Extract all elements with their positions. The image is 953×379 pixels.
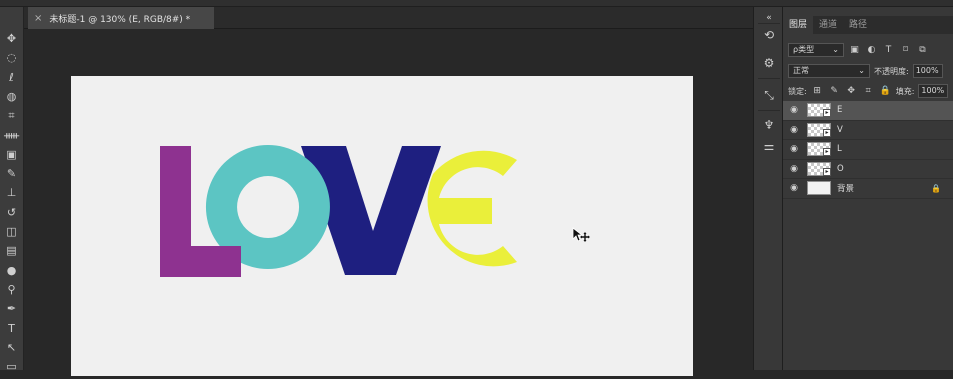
move-tool-icon[interactable]: ✥ [4, 31, 19, 46]
document-tab-bar: × 未标题-1 @ 130% (E, RGB/8#) * [24, 7, 753, 29]
opacity-label: 不透明度: [874, 66, 909, 76]
type-tool-icon[interactable]: T [4, 321, 19, 336]
lock-icon[interactable]: 🔒 [931, 184, 941, 193]
chevron-down-icon: ⌄ [858, 66, 865, 75]
fill-field[interactable]: 100% [918, 84, 949, 98]
layer-row[interactable]: ◉ ▸ E [783, 101, 953, 121]
history-icon[interactable]: ⟲ [761, 27, 777, 43]
filter-row: ρ类型 ⌄ ▣ ◐ T ⌑ ⧉ [783, 40, 953, 60]
blend-row: 正常 ⌄ 不透明度: 100% [783, 61, 953, 81]
panel-tabs: 图层 通道 路径 [783, 16, 953, 34]
smart-object-icon: ▸ [823, 167, 831, 176]
filter-shape-icon[interactable]: ⌑ [899, 44, 912, 57]
panel-dock: « ⟲ ⚙ ⤡ ♆ ⚌ [753, 7, 783, 370]
layer-name: L [837, 144, 842, 155]
lock-all-icon[interactable]: 🔒 [879, 85, 892, 98]
layer-name: V [837, 124, 843, 135]
filter-kind-select[interactable]: ρ类型 ⌄ [788, 43, 844, 57]
layer-name: E [837, 105, 843, 116]
layer-name: 背景 [837, 184, 855, 195]
layer-thumbnail: ▸ [807, 122, 831, 137]
quick-select-tool-icon[interactable]: ◍ [4, 89, 19, 104]
pen-tool-icon[interactable]: ✒ [4, 301, 19, 316]
top-strip [0, 0, 953, 7]
visibility-eye-icon[interactable]: ◉ [783, 105, 805, 115]
layer-thumbnail [807, 181, 831, 196]
eyedropper-tool-icon[interactable]: ᚔ [4, 128, 19, 143]
layer-thumbnail: ▸ [807, 142, 831, 157]
tab-layers[interactable]: 图层 [783, 16, 814, 34]
layers-list: ◉ ▸ E ◉ ▸ V ◉ ▸ L ◉ ▸ O ◉ 背景 🔒 [783, 101, 953, 199]
love-artwork [160, 145, 517, 277]
close-icon[interactable]: × [34, 13, 42, 24]
lock-label: 锁定: [788, 86, 807, 96]
blend-mode-select[interactable]: 正常 ⌄ [788, 64, 870, 78]
brush-settings-icon[interactable]: ♆ [761, 117, 777, 133]
eraser-tool-icon[interactable]: ◫ [4, 224, 19, 239]
smart-object-icon: ▸ [823, 128, 831, 137]
fill-label: 填充: [895, 86, 915, 96]
letter-e [427, 150, 517, 267]
adjustments-icon[interactable]: ⚌ [761, 138, 777, 154]
visibility-eye-icon[interactable]: ◉ [783, 125, 805, 135]
dodge-tool-icon[interactable]: ⚲ [4, 282, 19, 297]
layers-panel: 图层 通道 路径 ρ类型 ⌄ ▣ ◐ T ⌑ ⧉ 正常 ⌄ 不透明度: 100% 锁… [783, 7, 953, 370]
shape-tool-icon[interactable]: ▭ [4, 359, 19, 374]
gradient-tool-icon[interactable]: ▤ [4, 243, 19, 258]
lock-row: 锁定: ⊞ ✎ ✥ ⌗ 🔒 填充: 100% [783, 81, 953, 101]
tab-channels[interactable]: 通道 [813, 16, 843, 34]
visibility-eye-icon[interactable]: ◉ [783, 144, 805, 154]
visibility-eye-icon[interactable]: ◉ [783, 183, 805, 193]
frame-tool-icon[interactable]: ▣ [4, 147, 19, 162]
layer-row[interactable]: ◉ ▸ V [783, 121, 953, 140]
filter-image-icon[interactable]: ▣ [848, 44, 861, 57]
lock-artboard-icon[interactable]: ⌗ [862, 85, 875, 98]
layer-thumbnail: ▸ [807, 103, 831, 118]
layer-row[interactable]: ◉ ▸ O [783, 160, 953, 179]
transform-icon[interactable]: ⤡ [761, 87, 777, 103]
layer-row[interactable]: ◉ 背景 🔒 [783, 179, 953, 199]
artboard[interactable] [71, 76, 693, 376]
lock-transparent-icon[interactable]: ⊞ [811, 85, 824, 98]
filter-type-icon[interactable]: T [882, 44, 895, 57]
visibility-eye-icon[interactable]: ◉ [783, 164, 805, 174]
canvas-area[interactable] [24, 29, 753, 376]
lock-image-icon[interactable]: ✎ [828, 85, 841, 98]
lasso-tool-icon[interactable]: ℓ [4, 70, 19, 85]
layer-row[interactable]: ◉ ▸ L [783, 140, 953, 160]
path-select-tool-icon[interactable]: ↖ [4, 340, 19, 355]
document-tab-title: 未标题-1 @ 130% (E, RGB/8#) * [49, 14, 191, 25]
brush-tool-icon[interactable]: ✎ [4, 166, 19, 181]
properties-icon[interactable]: ⚙ [761, 55, 777, 71]
crop-tool-icon[interactable]: ⌗ [4, 108, 19, 123]
move-cursor-icon [572, 227, 590, 243]
blur-tool-icon[interactable]: ● [4, 263, 19, 278]
tools-panel: ✥ ◌ ℓ ◍ ⌗ ᚔ ▣ ✎ ⊥ ↺ ◫ ▤ ● ⚲ ✒ T ↖ ▭ [0, 7, 24, 373]
stamp-tool-icon[interactable]: ⊥ [4, 185, 19, 200]
lock-position-icon[interactable]: ✥ [845, 85, 858, 98]
document-tab[interactable]: × 未标题-1 @ 130% (E, RGB/8#) * [28, 7, 214, 29]
smart-object-icon: ▸ [823, 148, 831, 157]
filter-smart-object-icon[interactable]: ⧉ [916, 44, 929, 57]
smart-object-icon: ▸ [823, 109, 831, 118]
history-brush-tool-icon[interactable]: ↺ [4, 205, 19, 220]
filter-adjustment-icon[interactable]: ◐ [865, 44, 878, 57]
marquee-tool-icon[interactable]: ◌ [4, 50, 19, 65]
layer-name: O [837, 163, 844, 174]
layer-thumbnail: ▸ [807, 161, 831, 176]
tab-paths[interactable]: 路径 [843, 16, 873, 34]
opacity-field[interactable]: 100% [912, 64, 943, 78]
chevron-down-icon: ⌄ [832, 45, 839, 54]
